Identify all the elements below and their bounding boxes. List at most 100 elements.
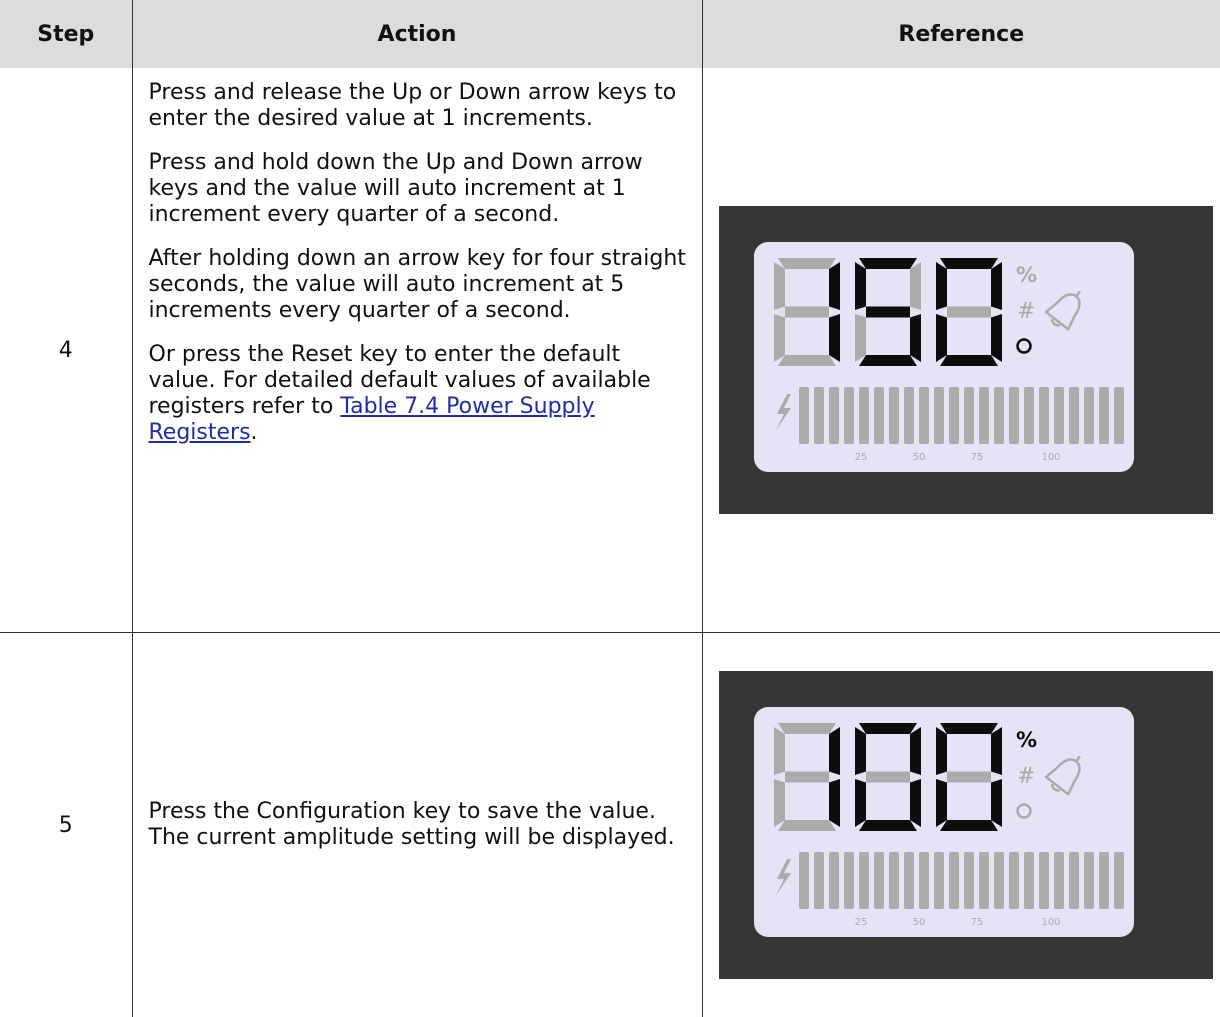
digit-segment xyxy=(947,772,991,783)
bar-segment xyxy=(844,387,854,444)
bar-segment xyxy=(859,387,869,444)
digit-segment xyxy=(940,355,998,366)
digit-segment xyxy=(947,307,991,318)
bar-segment xyxy=(934,387,944,444)
digit-segment xyxy=(785,772,829,783)
digit-segment xyxy=(991,779,1002,827)
action-paragraph: Press the Configuration key to save the … xyxy=(149,799,688,851)
digit-segment xyxy=(829,314,840,362)
digit-segment xyxy=(785,307,829,318)
header-step: Step xyxy=(0,0,132,68)
table-row: 5 Press the Configuration key to save th… xyxy=(0,633,1220,1017)
action-paragraph: Or press the Reset key to enter the defa… xyxy=(149,342,688,446)
step-number: 4 xyxy=(0,68,132,633)
bar-segment xyxy=(1009,387,1019,444)
bar-segment xyxy=(904,387,914,444)
lcd-svg: %#255075100 xyxy=(719,671,1213,979)
digit-segment xyxy=(940,258,998,269)
digit-segment xyxy=(910,727,921,775)
bar-segment xyxy=(1114,387,1124,444)
digit-segment xyxy=(855,262,866,310)
header-action: Action xyxy=(132,0,702,68)
scale-label: 25 xyxy=(854,452,867,463)
bar-segment xyxy=(829,387,839,444)
bar-segment xyxy=(904,852,914,909)
bar-segment xyxy=(964,387,974,444)
bar-segment xyxy=(799,852,809,909)
step-number: 5 xyxy=(0,633,132,1017)
bar-segment xyxy=(1099,852,1109,909)
digit-segment xyxy=(910,262,921,310)
bar-segment xyxy=(1099,387,1109,444)
bar-segment xyxy=(829,852,839,909)
bar-segment xyxy=(1084,852,1094,909)
header-reference: Reference xyxy=(702,0,1220,68)
scale-label: 100 xyxy=(1041,452,1060,463)
scale-label: 25 xyxy=(854,917,867,928)
action-cell: Press and release the Up or Down arrow k… xyxy=(132,68,702,633)
digit-segment xyxy=(855,314,866,362)
reference-cell: %#255075100 xyxy=(702,633,1220,1017)
bar-segment xyxy=(994,387,1004,444)
action-paragraph: Press and release the Up or Down arrow k… xyxy=(149,80,688,132)
scale-label: 50 xyxy=(912,452,925,463)
digit-segment xyxy=(774,262,785,310)
digit-segment xyxy=(859,820,917,831)
digit-segment xyxy=(936,779,947,827)
bar-segment xyxy=(1114,852,1124,909)
digit-segment xyxy=(940,820,998,831)
digit-segment xyxy=(866,772,910,783)
bar-segment xyxy=(1054,852,1064,909)
bar-segment xyxy=(814,852,824,909)
bar-segment xyxy=(814,387,824,444)
digit-segment xyxy=(866,307,910,318)
header-row: Step Action Reference xyxy=(0,0,1220,68)
procedure-table: Step Action Reference 4 Press and releas… xyxy=(0,0,1220,1017)
digit-segment xyxy=(829,262,840,310)
digit-segment xyxy=(859,258,917,269)
bar-segment xyxy=(979,852,989,909)
action-cell: Press the Configuration key to save the … xyxy=(132,633,702,1017)
bar-segment xyxy=(949,387,959,444)
bar-segment xyxy=(1024,387,1034,444)
scale-label: 75 xyxy=(970,917,983,928)
digit-segment xyxy=(991,314,1002,362)
lcd-svg: % #25 50 75 100 xyxy=(719,206,1213,514)
digit-segment xyxy=(936,262,947,310)
digit-segment xyxy=(936,314,947,362)
bar-segment xyxy=(1024,852,1034,909)
scale-label: 75 xyxy=(970,452,983,463)
reference-cell: % #25 50 75 100 xyxy=(702,68,1220,633)
digit-segment xyxy=(774,727,785,775)
digit-segment xyxy=(910,314,921,362)
bar-segment xyxy=(934,852,944,909)
bar-segment xyxy=(1039,387,1049,444)
bar-segment xyxy=(1009,852,1019,909)
bar-segment xyxy=(874,852,884,909)
digit-segment xyxy=(778,820,836,831)
bar-segment xyxy=(919,387,929,444)
digit-segment xyxy=(936,727,947,775)
digit-segment xyxy=(778,258,836,269)
digit-segment xyxy=(991,727,1002,775)
bar-segment xyxy=(949,852,959,909)
percent-indicator: % xyxy=(1016,728,1037,752)
digit-segment xyxy=(774,314,785,362)
digit-segment xyxy=(940,723,998,734)
hash-indicator: # xyxy=(1017,299,1035,324)
scale-label: 50 xyxy=(912,917,925,928)
digit-segment xyxy=(910,779,921,827)
bar-segment xyxy=(889,852,899,909)
digit-segment xyxy=(829,779,840,827)
bar-segment xyxy=(1069,387,1079,444)
percent-indicator: % xyxy=(1016,263,1037,287)
action-paragraph: After holding down an arrow key for four… xyxy=(149,246,688,324)
bar-segment xyxy=(1069,852,1079,909)
scale-label: 100 xyxy=(1041,917,1060,928)
table-row: 4 Press and release the Up or Down arrow… xyxy=(0,68,1220,633)
digit-segment xyxy=(778,355,836,366)
bar-segment xyxy=(919,852,929,909)
digit-segment xyxy=(859,723,917,734)
paragraph-period: . xyxy=(251,420,258,445)
digit-segment xyxy=(829,727,840,775)
